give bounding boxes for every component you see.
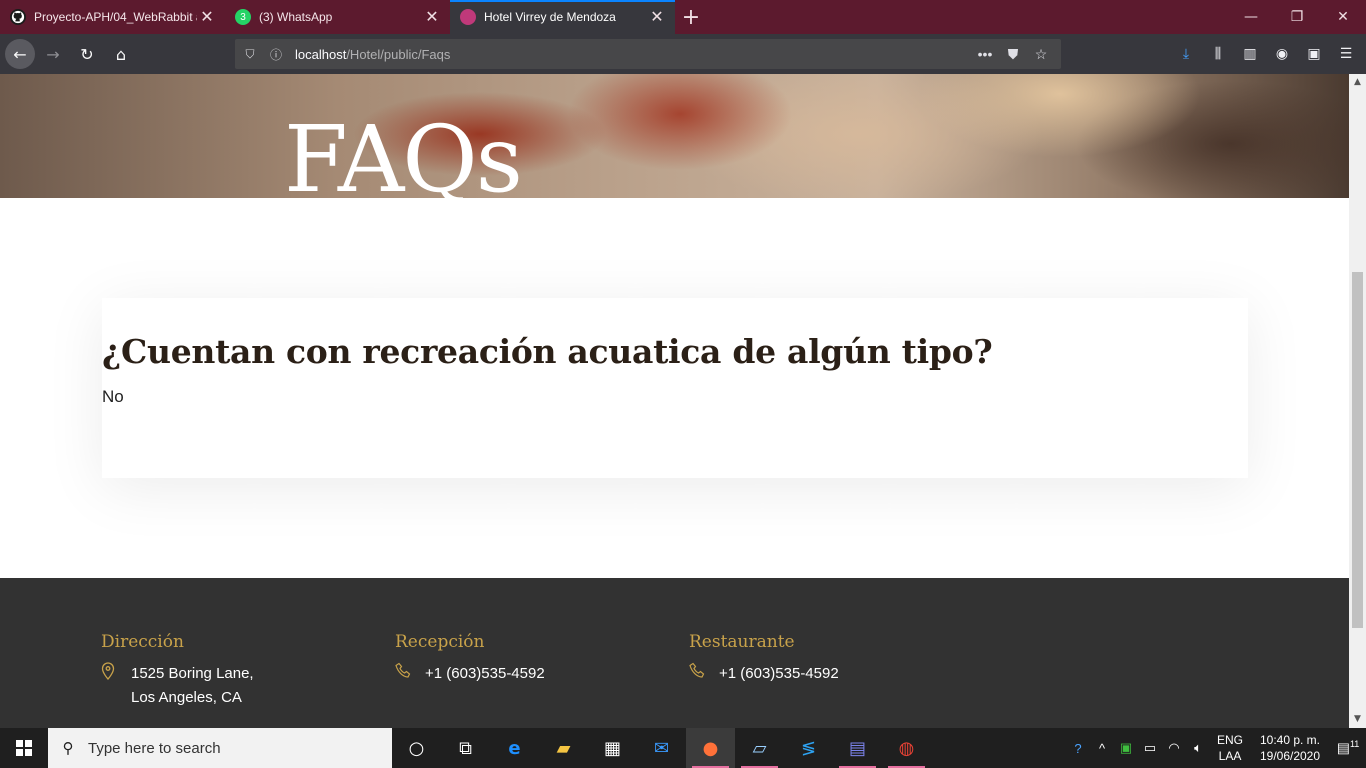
scrollbar-thumb[interactable] bbox=[1352, 272, 1363, 628]
page-scrollbar[interactable]: ▲ ▼ bbox=[1349, 74, 1366, 728]
new-tab-button[interactable]: + bbox=[675, 0, 707, 34]
windows-taskbar: ⚲ Type here to search ○ ⧉ e ▰ ▦ ✉ ● ▱ ≶ … bbox=[0, 728, 1366, 768]
faq-question: ¿Cuentan con recreación acuatica de algú… bbox=[102, 332, 993, 371]
back-button[interactable]: ← bbox=[5, 39, 35, 69]
pocket-icon[interactable]: ⛊ bbox=[999, 46, 1027, 63]
whatsapp-badge: 3 bbox=[240, 11, 246, 23]
close-tab-icon[interactable]: ✕ bbox=[647, 7, 667, 27]
wifi-icon[interactable]: ◠ bbox=[1162, 740, 1186, 756]
footer-restaurant: Restaurante +1 (603)535-4592 bbox=[689, 630, 839, 688]
footer-heading: Dirección bbox=[101, 632, 184, 652]
phone-icon bbox=[689, 662, 719, 688]
window-controls: — ❐ ✕ bbox=[1228, 0, 1366, 34]
clock[interactable]: 10:40 p. m. 19/06/2020 bbox=[1250, 732, 1330, 764]
firefox-icon[interactable]: ● bbox=[686, 728, 735, 768]
vscode-icon[interactable]: ≶ bbox=[784, 728, 833, 768]
footer-heading: Recepción bbox=[395, 632, 485, 652]
chrome-icon[interactable]: ◍ bbox=[882, 728, 931, 768]
home-button[interactable]: ⌂ bbox=[105, 38, 137, 70]
language-indicator[interactable]: ENG LAA bbox=[1210, 732, 1250, 764]
search-placeholder: Type here to search bbox=[88, 739, 221, 757]
sidebar-icon[interactable]: ▥ bbox=[1234, 46, 1266, 62]
reload-button[interactable]: ↻ bbox=[71, 38, 103, 70]
page-viewport: FAQs ¿Cuentan con recreación acuatica de… bbox=[0, 74, 1349, 728]
address-line-1: 1525 Boring Lane, bbox=[131, 665, 254, 682]
clock-date: 19/06/2020 bbox=[1259, 749, 1321, 763]
url-host: localhost bbox=[295, 46, 347, 62]
url-path: /Hotel/public/Faqs bbox=[346, 46, 451, 62]
address-bar[interactable]: ⛉ ⓘ localhost/Hotel/public/Faqs ••• ⛊ ☆ bbox=[235, 39, 1061, 69]
faq-item: ¿Cuentan con recreación acuatica de algú… bbox=[102, 298, 1248, 478]
tab-github[interactable]: Proyecto-APH/04_WebRabbit a ✕ bbox=[0, 0, 225, 34]
notepad-icon[interactable]: ▱ bbox=[735, 728, 784, 768]
close-window-icon[interactable]: ✕ bbox=[1320, 0, 1366, 34]
map-pin-icon bbox=[101, 662, 131, 710]
action-center-icon[interactable]: ▤11 bbox=[1330, 739, 1366, 757]
library-icon[interactable]: ⫼ bbox=[1202, 46, 1234, 62]
extension-icon[interactable]: ▣ bbox=[1298, 46, 1330, 62]
browser-toolbar: ← → ↻ ⌂ ⛉ ⓘ localhost/Hotel/public/Faqs … bbox=[0, 34, 1366, 74]
clock-time: 10:40 p. m. bbox=[1259, 733, 1321, 747]
tab-hotel-virrey[interactable]: Hotel Virrey de Mendoza ✕ bbox=[450, 0, 675, 34]
footer-address: Dirección 1525 Boring Lane, Los Angeles,… bbox=[101, 630, 254, 710]
teams-icon[interactable]: ▤ bbox=[833, 728, 882, 768]
mail-icon[interactable]: ✉ bbox=[637, 728, 686, 768]
keyboard-layout: LAA bbox=[1218, 749, 1242, 763]
faq-section: ¿Cuentan con recreación acuatica de algú… bbox=[0, 198, 1349, 578]
phone-icon bbox=[395, 662, 425, 688]
scroll-down-icon[interactable]: ▼ bbox=[1349, 711, 1366, 728]
footer-reception: Recepción +1 (603)535-4592 bbox=[395, 630, 545, 688]
language-code: ENG bbox=[1216, 733, 1243, 747]
windows-logo-icon bbox=[16, 740, 32, 756]
bookmark-star-icon[interactable]: ☆ bbox=[1027, 46, 1055, 63]
restore-icon[interactable]: ❐ bbox=[1274, 0, 1320, 34]
reception-phone[interactable]: +1 (603)535-4592 bbox=[425, 662, 545, 688]
task-view-icon[interactable]: ⧉ bbox=[441, 728, 490, 768]
site-favicon-icon bbox=[460, 9, 476, 25]
search-icon: ⚲ bbox=[62, 740, 74, 757]
address-line-2: Los Angeles, CA bbox=[131, 689, 242, 706]
app-tray-icon[interactable]: ▣ bbox=[1114, 740, 1138, 756]
volume-icon[interactable]: 🔈︎ bbox=[1186, 740, 1210, 756]
file-explorer-icon[interactable]: ▰ bbox=[539, 728, 588, 768]
account-icon[interactable]: ◉ bbox=[1266, 46, 1298, 62]
help-icon[interactable]: ? bbox=[1066, 741, 1090, 756]
tracking-shield-icon[interactable]: ⛉ bbox=[239, 47, 261, 62]
tab-title: (3) WhatsApp bbox=[259, 10, 333, 24]
page-actions-icon[interactable]: ••• bbox=[971, 46, 999, 62]
close-tab-icon[interactable]: ✕ bbox=[422, 7, 442, 27]
close-tab-icon[interactable]: ✕ bbox=[197, 7, 217, 27]
minimize-icon[interactable]: — bbox=[1228, 0, 1274, 34]
browser-tab-bar: Proyecto-APH/04_WebRabbit a ✕ 3 (3) What… bbox=[0, 0, 1366, 34]
downloads-icon[interactable]: ⤓ bbox=[1170, 46, 1202, 62]
site-info-icon[interactable]: ⓘ bbox=[265, 46, 287, 63]
restaurant-phone[interactable]: +1 (603)535-4592 bbox=[719, 662, 839, 688]
taskbar-apps: ○ ⧉ e ▰ ▦ ✉ ● ▱ ≶ ▤ ◍ bbox=[392, 728, 931, 768]
scroll-up-icon[interactable]: ▲ bbox=[1349, 74, 1366, 91]
menu-icon[interactable]: ☰ bbox=[1330, 46, 1362, 62]
forward-button[interactable]: → bbox=[37, 38, 69, 70]
tab-whatsapp[interactable]: 3 (3) WhatsApp ✕ bbox=[225, 0, 450, 34]
store-icon[interactable]: ▦ bbox=[588, 728, 637, 768]
page-title: FAQs bbox=[284, 106, 523, 213]
system-tray: ? ^ ▣ ▭ ◠ 🔈︎ ENG LAA 10:40 p. m. 19/06/2… bbox=[1066, 728, 1366, 768]
footer-heading: Restaurante bbox=[689, 632, 795, 652]
start-button[interactable] bbox=[0, 728, 48, 768]
notification-count: 11 bbox=[1349, 739, 1360, 750]
cortana-icon[interactable]: ○ bbox=[392, 728, 441, 768]
tab-title: Hotel Virrey de Mendoza bbox=[484, 10, 616, 24]
site-footer: Dirección 1525 Boring Lane, Los Angeles,… bbox=[0, 578, 1349, 728]
battery-icon[interactable]: ▭ bbox=[1138, 740, 1162, 756]
edge-icon[interactable]: e bbox=[490, 728, 539, 768]
tab-title: Proyecto-APH/04_WebRabbit a bbox=[34, 10, 197, 24]
faq-answer: No bbox=[102, 387, 124, 406]
hero-banner: FAQs bbox=[0, 74, 1349, 210]
github-icon bbox=[10, 9, 26, 25]
whatsapp-icon: 3 bbox=[235, 9, 251, 25]
show-hidden-icons-icon[interactable]: ^ bbox=[1090, 741, 1114, 756]
taskbar-search[interactable]: ⚲ Type here to search bbox=[48, 728, 392, 768]
